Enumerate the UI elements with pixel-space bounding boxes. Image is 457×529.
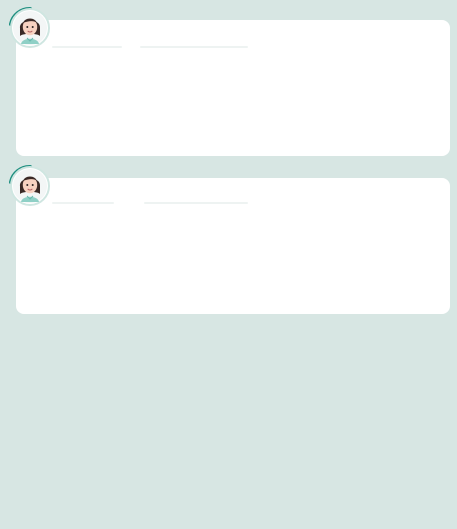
- empty-feed-area: [0, 330, 457, 529]
- post-card[interactable]: [16, 178, 450, 314]
- post-meta-placeholder: [144, 202, 248, 204]
- woman-avatar-icon: [9, 164, 50, 206]
- avatar[interactable]: [7, 163, 53, 209]
- avatar[interactable]: [7, 5, 53, 51]
- woman-avatar-icon: [9, 6, 50, 48]
- author-name-placeholder: [52, 202, 114, 204]
- author-name-placeholder: [52, 46, 122, 48]
- post-meta-placeholder: [140, 46, 248, 48]
- post-card[interactable]: [16, 20, 450, 156]
